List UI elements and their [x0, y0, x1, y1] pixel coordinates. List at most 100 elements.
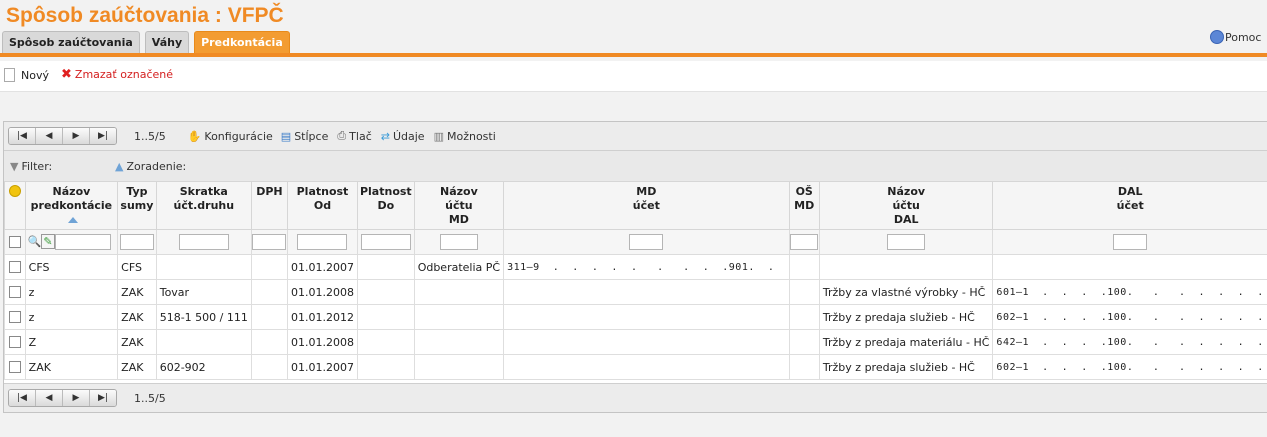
col-skratka[interactable]: Skratka účt.druhu — [155, 181, 252, 230]
last-page-button[interactable]: ▶| — [90, 128, 116, 144]
filter-cell-os-md — [788, 229, 820, 255]
row-checkbox[interactable] — [8, 311, 21, 323]
new-button[interactable]: Nový — [4, 68, 49, 82]
configure-icon: ✋ — [187, 129, 202, 143]
cell-md-ucet — [503, 279, 790, 305]
col-dal-ucet[interactable]: DAL účet — [992, 181, 1267, 230]
table-row[interactable]: ZAK ZAK 602-902 01.01.2007 Tržby z preda… — [4, 354, 1267, 380]
print-icon: ⎙ — [337, 129, 347, 142]
row-checkbox-cell[interactable] — [4, 354, 26, 380]
next-page-button[interactable]: ▶ — [63, 128, 90, 144]
options-button[interactable]: ▥ Možnosti — [434, 130, 496, 143]
col-dph[interactable]: DPH — [250, 181, 288, 230]
prev-page-button[interactable]: ◀ — [36, 128, 63, 144]
filter-input-nazov[interactable] — [54, 234, 111, 250]
clear-filter-icon[interactable]: ✎ — [41, 234, 55, 249]
row-checkbox-cell[interactable] — [4, 304, 26, 330]
cell-md-ucet — [503, 304, 790, 330]
pager-buttons-bottom: |◀ ◀ ▶ ▶| — [8, 389, 117, 407]
filter-row: 🔍 ✎ — [4, 229, 1267, 255]
help-link[interactable]: Pomoc — [1210, 30, 1261, 44]
cell-od: 01.01.2008 — [286, 279, 358, 305]
filter-input-md-ucet[interactable] — [629, 234, 664, 250]
table-row[interactable]: Z ZAK 01.01.2008 Tržby z predaja materiá… — [4, 329, 1267, 355]
select-all-header[interactable] — [4, 181, 26, 230]
options-label: Možnosti — [446, 129, 496, 143]
cell-skratka: Tovar — [155, 279, 252, 305]
col-nazov-uctu-dal[interactable]: Názov účtu DAL — [818, 181, 994, 230]
cell-nazov-md — [413, 304, 505, 330]
cell-dal-ucet: 642–1 . . . .100. . . . . . . — [992, 329, 1267, 355]
col-nazov-uctu-md[interactable]: Názov účtu MD — [413, 181, 505, 230]
tab-predkontacia[interactable]: Predkontácia — [194, 31, 290, 54]
last-page-button-bottom[interactable]: ▶| — [90, 390, 116, 406]
data-button[interactable]: ⇄ Údaje — [381, 130, 425, 143]
filter-input-skratka[interactable] — [178, 234, 229, 250]
col-typ-sumy[interactable]: Typ sumy — [117, 181, 157, 230]
filter-checkbox-cell[interactable] — [4, 229, 26, 255]
row-checkbox-cell[interactable] — [4, 279, 26, 305]
cell-os-md — [788, 254, 820, 280]
filter-cell-dal-ucet — [992, 229, 1267, 255]
new-button-label: Nový — [21, 68, 49, 82]
col-os-md[interactable]: OŠ MD — [788, 181, 820, 230]
filter-input-dal-ucet[interactable] — [1113, 234, 1148, 250]
first-page-button-bottom[interactable]: |◀ — [9, 390, 36, 406]
filter-area[interactable]: ▼ Filter: — [10, 160, 52, 173]
row-checkbox[interactable] — [8, 286, 21, 298]
cell-typ: ZAK — [117, 304, 157, 330]
filter-checkbox[interactable] — [8, 236, 21, 248]
columns-button[interactable]: ▤ Stĺpce — [281, 130, 329, 143]
cell-skratka: 602-902 — [155, 354, 252, 380]
print-label: Tlač — [349, 129, 372, 143]
columns-label: Stĺpce — [294, 129, 329, 143]
row-checkbox-cell[interactable] — [4, 329, 26, 355]
cell-dph — [250, 329, 288, 355]
first-page-button[interactable]: |◀ — [9, 128, 36, 144]
filter-cell-nazov-md — [413, 229, 505, 255]
cell-do — [356, 279, 415, 305]
cell-md-ucet: 311–9 . . . . . . . . .901. . — [503, 254, 790, 280]
predkontacia-table: Názov predkontácie Typ sumy Skratka účt.… — [4, 181, 1267, 380]
prev-page-button-bottom[interactable]: ◀ — [36, 390, 63, 406]
sort-area[interactable]: ▲ Zoradenie: — [115, 160, 186, 173]
filter-input-od[interactable] — [297, 234, 348, 250]
next-page-button-bottom[interactable]: ▶ — [63, 390, 90, 406]
row-checkbox[interactable] — [8, 261, 21, 273]
row-checkbox[interactable] — [8, 336, 21, 348]
filter-input-nazov-md[interactable] — [439, 234, 478, 250]
pager-top: |◀ ◀ ▶ ▶| 1..5/5 ✋ Konfigurácie ▤ Stĺpce… — [4, 122, 1267, 151]
delete-selected-button[interactable]: ✖ Zmazať označené — [61, 68, 173, 81]
col-nazov-predkontacie[interactable]: Názov predkontácie — [24, 181, 119, 230]
col-platnost-od[interactable]: Platnost Od — [286, 181, 358, 230]
print-button[interactable]: ⎙ Tlač — [337, 129, 371, 143]
search-icon[interactable]: 🔍 — [28, 235, 42, 248]
columns-icon: ▤ — [280, 129, 292, 143]
cell-nazov-md — [413, 279, 505, 305]
filter-input-os-md[interactable] — [790, 234, 819, 250]
tab-vahy[interactable]: Váhy — [144, 31, 190, 53]
tab-bar: Spôsob zaúčtovania Váhy Predkontácia — [2, 31, 295, 54]
cell-nazov-dal — [818, 254, 994, 280]
cell-dph — [250, 254, 288, 280]
filter-input-dph[interactable] — [252, 234, 287, 250]
filter-input-do[interactable] — [360, 234, 411, 250]
col-platnost-do[interactable]: Platnost Do — [356, 181, 415, 230]
filter-input-nazov-dal[interactable] — [887, 234, 926, 250]
cell-dph — [250, 354, 288, 380]
toolbar: Nový ✖ Zmazať označené — [0, 61, 1267, 92]
cell-do — [356, 304, 415, 330]
table-row[interactable]: CFS CFS 01.01.2007 Odberatelia PČ 311–9 … — [4, 254, 1267, 280]
table-row[interactable]: z ZAK 518-1 500 / 111 01.01.2012 Tržby z… — [4, 304, 1267, 330]
cell-od: 01.01.2007 — [286, 254, 358, 280]
tab-underline — [0, 53, 1267, 57]
tab-sposob-zauctovania[interactable]: Spôsob zaúčtovania — [2, 31, 140, 53]
cell-skratka — [155, 329, 252, 355]
config-button[interactable]: ✋ Konfigurácie — [188, 130, 273, 143]
col-md-ucet[interactable]: MD účet — [503, 181, 790, 230]
row-checkbox-cell[interactable] — [4, 254, 26, 280]
filter-input-typ[interactable] — [119, 234, 154, 250]
table-row[interactable]: z ZAK Tovar 01.01.2008 Tržby za vlastné … — [4, 279, 1267, 305]
page-range: 1..5/5 — [134, 129, 166, 143]
row-checkbox[interactable] — [8, 361, 21, 373]
